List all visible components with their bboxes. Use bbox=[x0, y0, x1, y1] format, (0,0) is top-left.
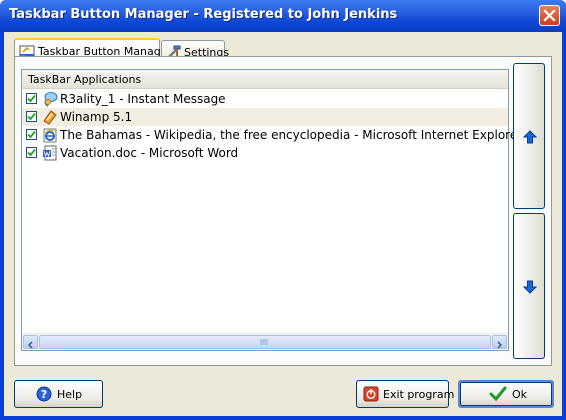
internet-explorer-icon bbox=[43, 128, 57, 143]
column-header-label: TaskBar Applications bbox=[28, 73, 142, 86]
checkbox[interactable] bbox=[26, 93, 37, 104]
word-document-icon bbox=[43, 145, 57, 161]
check-icon bbox=[27, 112, 36, 121]
app-window: Taskbar Button Manager - Registered to J… bbox=[0, 0, 566, 420]
move-down-button[interactable] bbox=[513, 213, 545, 359]
check-icon bbox=[27, 94, 36, 103]
title-bar[interactable]: Taskbar Button Manager - Registered to J… bbox=[0, 0, 566, 32]
scrollbar-thumb[interactable] bbox=[39, 335, 491, 349]
arrow-up-icon bbox=[523, 130, 537, 144]
move-up-button[interactable] bbox=[513, 63, 545, 209]
exit-button-label: Exit program bbox=[383, 388, 455, 401]
exit-program-button[interactable]: Exit program bbox=[356, 380, 454, 408]
list-column-header[interactable]: TaskBar Applications bbox=[22, 70, 508, 89]
ok-button-label: Ok bbox=[512, 388, 528, 401]
check-icon bbox=[27, 130, 36, 139]
window-title: Taskbar Button Manager - Registered to J… bbox=[9, 7, 398, 22]
horizontal-scrollbar[interactable] bbox=[22, 333, 508, 350]
svg-text:?: ? bbox=[41, 388, 47, 401]
list-item-label: Winamp 5.1 bbox=[60, 110, 133, 124]
taskbar-applications-list[interactable]: TaskBar Applications R3ality_1 - Instant… bbox=[21, 69, 522, 351]
list-item[interactable]: Vacation.doc - Microsoft Word bbox=[22, 144, 508, 162]
checkbox[interactable] bbox=[26, 111, 37, 122]
help-icon: ? bbox=[36, 386, 52, 402]
check-icon bbox=[27, 148, 36, 157]
ok-button[interactable]: Ok bbox=[458, 380, 554, 408]
checkbox[interactable] bbox=[26, 147, 37, 158]
help-button-label: Help bbox=[57, 388, 83, 401]
power-icon bbox=[363, 386, 379, 402]
arrow-down-icon bbox=[523, 280, 537, 294]
grip-icon bbox=[260, 339, 268, 345]
check-mark-icon bbox=[489, 386, 507, 402]
checkbox[interactable] bbox=[26, 129, 37, 140]
list-item[interactable]: Winamp 5.1 bbox=[22, 108, 508, 126]
list-item-label: R3ality_1 - Instant Message bbox=[60, 92, 226, 106]
scroll-right-button[interactable] bbox=[492, 335, 507, 349]
list-item[interactable]: R3ality_1 - Instant Message bbox=[22, 90, 508, 108]
chevron-right-icon bbox=[497, 341, 503, 349]
close-icon bbox=[543, 9, 556, 22]
client-area: Taskbar Button Manager Settings TaskBar … bbox=[4, 32, 562, 416]
list-item-label: The Bahamas - Wikipedia, the free encycl… bbox=[60, 128, 523, 142]
list-item-label: Vacation.doc - Microsoft Word bbox=[60, 146, 239, 160]
scroll-left-button[interactable] bbox=[23, 335, 38, 349]
close-button[interactable] bbox=[539, 5, 560, 26]
winamp-icon bbox=[43, 110, 57, 125]
tab-panel: TaskBar Applications R3ality_1 - Instant… bbox=[14, 56, 552, 366]
list-item[interactable]: The Bahamas - Wikipedia, the free encycl… bbox=[22, 126, 522, 144]
chevron-left-icon bbox=[27, 341, 33, 349]
help-button[interactable]: ? Help bbox=[14, 380, 103, 408]
messenger-icon bbox=[44, 92, 58, 107]
